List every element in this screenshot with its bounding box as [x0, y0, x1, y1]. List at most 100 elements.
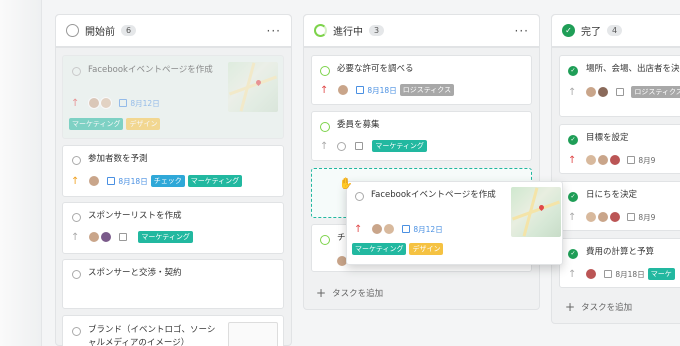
not-started-icon [66, 24, 79, 37]
tag-marketing: マーケティング [138, 231, 193, 243]
plus-icon: + [565, 300, 576, 314]
column-title: 開始前 [85, 27, 115, 38]
column-header: 進行中 3 ··· [304, 15, 539, 48]
column-title: 進行中 [333, 27, 363, 38]
task-card[interactable]: 委員を募集 ↑ マーケティング [311, 111, 532, 161]
image-thumbnail [228, 322, 278, 346]
due-date: 8月9 [638, 212, 656, 222]
task-card[interactable]: ✓ 目標を設定 ↑ 8月9 [559, 124, 680, 174]
calendar-icon [107, 177, 116, 185]
in-progress-icon[interactable] [320, 66, 330, 76]
done-check-icon[interactable]: ✓ [568, 135, 578, 145]
task-checkbox-icon[interactable] [72, 327, 81, 336]
done-check-icon[interactable]: ✓ [568, 66, 578, 76]
priority-none-icon: ↑ [568, 268, 577, 280]
task-card[interactable]: ブランド（イベントロゴ、ソーシャルメディアのイメージ） [62, 315, 284, 346]
task-title: Facebookイベントページを作成 [88, 65, 213, 75]
done-check-icon: ✓ [562, 24, 575, 37]
tag-check: チェック [150, 175, 185, 187]
plus-icon: + [316, 286, 327, 300]
task-checkbox-icon[interactable] [72, 156, 81, 165]
calendar-icon [402, 225, 411, 233]
calendar-icon [356, 86, 365, 94]
task-count-badge: 4 [607, 25, 623, 36]
task-card[interactable]: スポンサーと交渉・契約 [62, 259, 284, 309]
task-checkbox-icon[interactable] [72, 67, 81, 76]
avatar [609, 211, 622, 223]
task-checkbox-icon[interactable] [355, 192, 364, 201]
add-task-button[interactable]: + タスクを追加 [316, 286, 383, 300]
avatar [585, 154, 598, 166]
avatar [337, 84, 350, 96]
column-header: 開始前 6 ··· [56, 15, 291, 48]
priority-none-icon: ↑ [568, 86, 577, 98]
due-date: 8月18日 [118, 176, 148, 186]
avatar [597, 154, 610, 166]
task-count-badge: 6 [121, 25, 137, 36]
task-card-placeholder[interactable]: Facebookイベントページを作成 ↑ 8月12日 マーケティング デザイン [62, 55, 284, 139]
due-date: 8月18日 [615, 269, 645, 279]
priority-high-icon: ↑ [568, 154, 577, 166]
task-card[interactable]: ✓ 日にちを決定 ↑ 8月9 [559, 181, 680, 231]
task-title: スポンサーリストを作成 [88, 211, 182, 221]
calendar-icon [627, 213, 636, 221]
in-progress-icon [314, 24, 327, 37]
calendar-icon [355, 142, 364, 150]
priority-high-icon: ↑ [320, 84, 329, 96]
task-title: 目標を設定 [586, 133, 629, 143]
avatar [100, 97, 113, 109]
more-options-icon[interactable]: ··· [515, 24, 529, 38]
tag-marketing: マーケティング [352, 243, 407, 255]
task-card[interactable]: ✓ 場所、会場、出店者を決 ↑ ロジスティクス [559, 55, 680, 117]
add-task-button[interactable]: + タスクを追加 [565, 300, 632, 314]
left-panel-edge [0, 0, 42, 346]
avatar [585, 211, 598, 223]
more-options-icon[interactable]: ··· [267, 24, 281, 38]
avatar [100, 231, 113, 243]
avatar [585, 268, 598, 280]
due-date: 8月12日 [130, 98, 160, 108]
in-progress-icon[interactable] [320, 122, 330, 132]
in-progress-icon[interactable] [320, 235, 330, 245]
task-title: 費用の計算と予算 [586, 247, 655, 257]
task-title: 委員を募集 [337, 120, 380, 130]
priority-high-icon: ↑ [354, 223, 363, 235]
task-card[interactable]: ✓ 費用の計算と予算 ↑ 8月18日 マーケ [559, 238, 680, 288]
task-checkbox-icon[interactable] [72, 270, 81, 279]
priority-none-icon: ↑ [320, 140, 329, 152]
calendar-icon [616, 88, 625, 96]
avatar [597, 86, 610, 98]
done-check-icon[interactable]: ✓ [568, 249, 578, 259]
avatar [585, 86, 598, 98]
add-task-label: タスクを追加 [581, 303, 633, 313]
map-thumbnail [511, 187, 561, 237]
dragged-task-card[interactable]: Facebookイベントページを作成 ↑ 8月12日 マーケティング デザイン [346, 181, 563, 265]
task-card[interactable]: 必要な許可を調べる ↑ 8月18日 ロジスティクス [311, 55, 532, 105]
priority-high-icon: ↑ [71, 97, 80, 109]
assignee-icon [337, 141, 347, 151]
task-title: スポンサーと交渉・契約 [88, 268, 182, 278]
due-date: 8月9 [638, 155, 656, 165]
task-title: ブランド（イベントロゴ、ソーシャルメディアのイメージ） [88, 325, 216, 346]
calendar-icon [119, 99, 128, 107]
priority-none-icon: ↑ [568, 211, 577, 223]
avatar [88, 231, 101, 243]
task-card[interactable]: スポンサーリストを作成 ↑ マーケティング [62, 202, 284, 254]
done-check-icon[interactable]: ✓ [568, 192, 578, 202]
task-title: Facebookイベントページを作成 [371, 190, 496, 200]
grab-hand-icon: ✋ [339, 177, 353, 190]
tag-logistics: ロジスティクス [631, 86, 680, 98]
map-thumbnail [228, 62, 278, 112]
due-date: 8月12日 [413, 224, 443, 234]
tag-design: デザイン [409, 243, 444, 255]
avatar [609, 154, 622, 166]
tag-design: デザイン [126, 118, 161, 130]
task-checkbox-icon[interactable] [72, 213, 81, 222]
task-title: 日にちを決定 [586, 190, 638, 200]
task-card[interactable]: 参加者数を予測 ↑ 8月18日 チェック マーケティング [62, 145, 284, 197]
avatar [597, 211, 610, 223]
priority-none-icon: ↑ [71, 231, 80, 243]
tag-marketing: マーケティング [187, 175, 243, 187]
task-count-badge: 3 [369, 25, 385, 36]
avatar [88, 97, 101, 109]
